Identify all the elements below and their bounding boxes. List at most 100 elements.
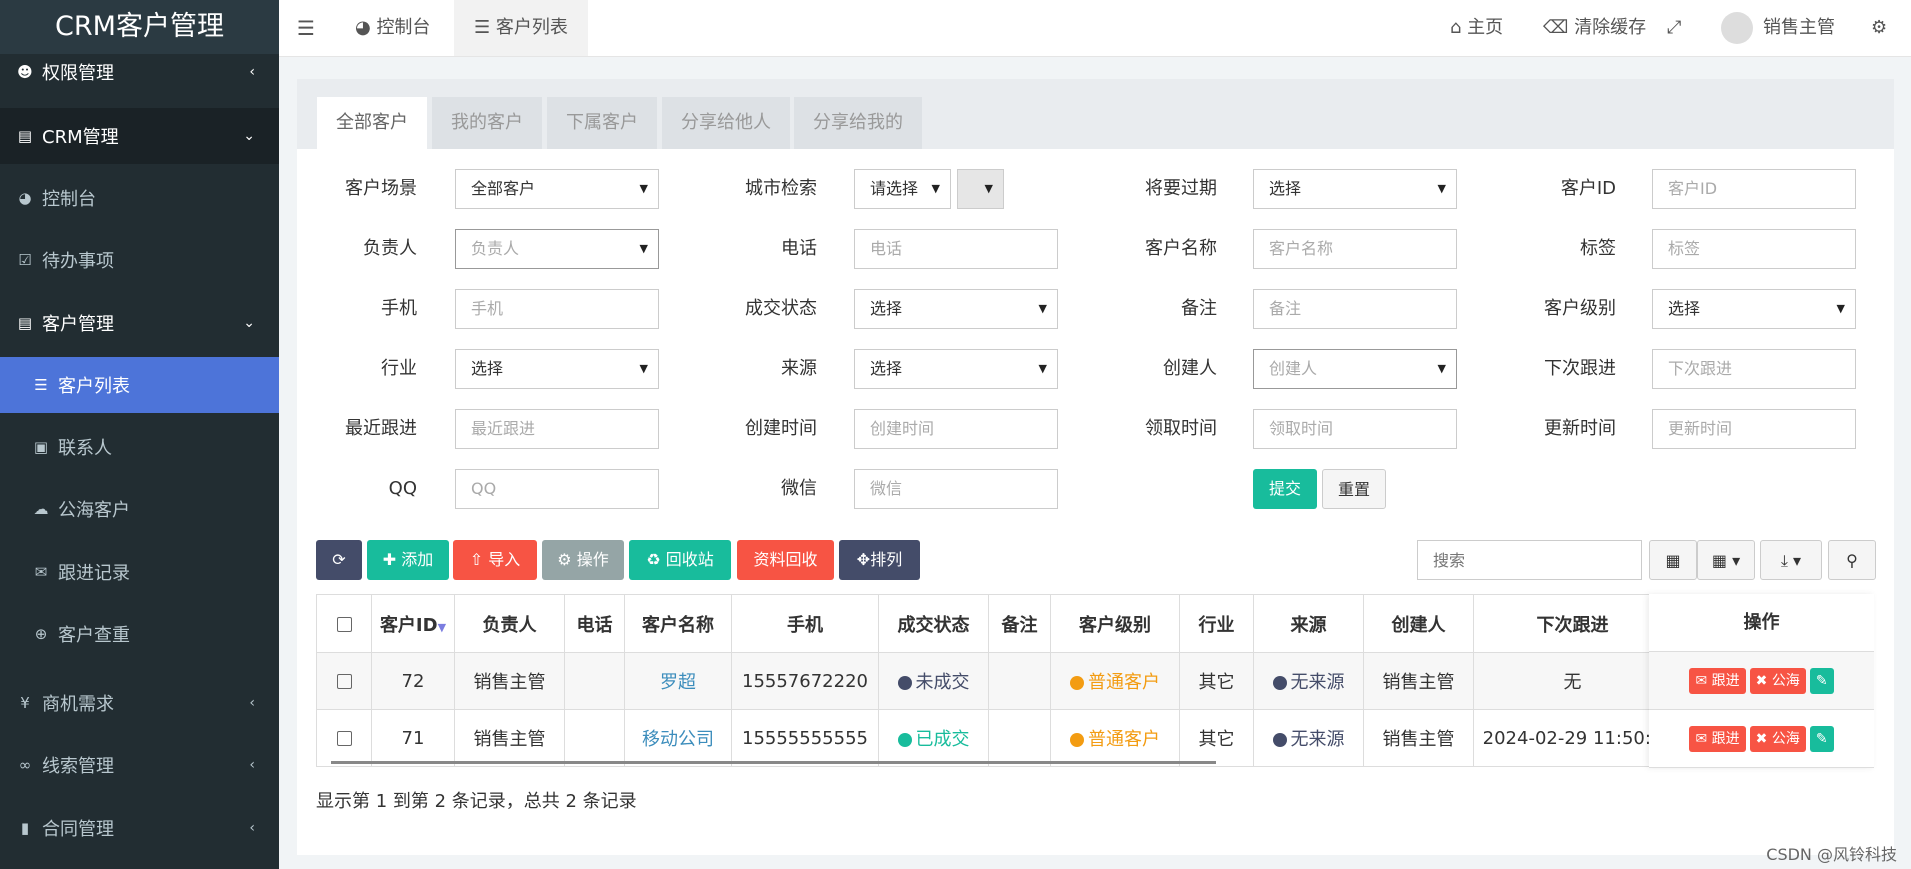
remark-input[interactable]: 备注 xyxy=(1253,289,1457,329)
label-create-time: 创建时间 xyxy=(745,418,817,439)
next-followup-input[interactable]: 下次跟进 xyxy=(1652,349,1856,389)
city-sub-select[interactable]: ▼ xyxy=(957,169,1004,209)
tab-all-customers[interactable]: 全部客户 xyxy=(317,97,427,149)
reset-button[interactable]: 重置 xyxy=(1322,469,1386,509)
table-view-button[interactable]: ▦ xyxy=(1649,540,1697,580)
sidebar-item-todo[interactable]: ☑ 待办事项 xyxy=(0,232,279,288)
tab-my-customers[interactable]: 我的客户 xyxy=(432,97,542,149)
select-all-header[interactable] xyxy=(316,594,372,653)
cell-next-followup: 无 xyxy=(1473,652,1672,710)
export-button[interactable]: ⤓ ▾ xyxy=(1760,540,1822,580)
submit-button[interactable]: 提交 xyxy=(1253,469,1317,509)
sidebar-item-contract[interactable]: ▮ 合同管理 ‹ xyxy=(0,800,279,856)
label-customer-id: 客户ID xyxy=(1560,178,1616,199)
follow-button[interactable]: ✉ 跟进 xyxy=(1689,725,1746,752)
select-all-checkbox[interactable] xyxy=(336,616,352,632)
expire-select[interactable]: 选择 ▼ xyxy=(1253,169,1457,209)
follow-button[interactable]: ✉ 跟进 xyxy=(1689,667,1746,694)
caret-down-icon: ▼ xyxy=(639,182,648,195)
search-input[interactable] xyxy=(1417,540,1642,580)
refresh-button[interactable]: ⟳ xyxy=(316,540,362,580)
sidebar-item-followup[interactable]: ✉ 跟进记录 xyxy=(0,544,279,600)
city-select[interactable]: 请选择 ▼ xyxy=(854,169,951,209)
tab-dashboard[interactable]: ◕ 控制台 xyxy=(355,0,430,56)
clear-cache-link[interactable]: ⌫ 清除缓存 xyxy=(1543,0,1646,56)
list-icon: ☰ xyxy=(34,376,48,394)
gears-icon[interactable]: ⚙ xyxy=(1871,0,1887,56)
qq-input[interactable]: QQ xyxy=(455,469,659,509)
update-time-input[interactable]: 更新时间 xyxy=(1652,409,1856,449)
sidebar-item-customer-list[interactable]: ☰ 客户列表 xyxy=(0,357,279,413)
industry-select[interactable]: 选择 ▼ xyxy=(455,349,659,389)
recent-followup-input[interactable]: 最近跟进 xyxy=(455,409,659,449)
deal-status-select[interactable]: 选择 ▼ xyxy=(854,289,1058,329)
row-checkbox[interactable] xyxy=(336,674,352,689)
source-select[interactable]: 选择 ▼ xyxy=(854,349,1058,389)
recycle-bin-button[interactable]: ♻ 回收站 xyxy=(629,540,731,580)
contact-icon: ▣ xyxy=(33,438,49,456)
sort-button[interactable]: ✥排列 xyxy=(839,540,920,580)
customer-name-input[interactable]: 客户名称 xyxy=(1253,229,1457,269)
customer-id-input[interactable]: 客户ID xyxy=(1652,169,1856,209)
sidebar-item-permission[interactable]: ☻ 权限管理 ‹ xyxy=(0,44,279,100)
sidebar-item-dashboard[interactable]: ◕ 控制台 xyxy=(0,170,279,226)
phone-input[interactable]: 电话 xyxy=(854,229,1058,269)
cell-owner: 销售主管 xyxy=(454,709,565,767)
reclaim-button[interactable]: 资料回收 xyxy=(737,540,834,580)
tab-subordinate-customers[interactable]: 下属客户 xyxy=(547,97,657,149)
receive-time-input[interactable]: 领取时间 xyxy=(1253,409,1457,449)
level-select[interactable]: 选择 ▼ xyxy=(1652,289,1856,329)
cell-creator: 销售主管 xyxy=(1363,652,1474,710)
edit-button[interactable]: ✎ xyxy=(1809,667,1834,694)
tab-shared-to-others[interactable]: 分享给他人 xyxy=(662,97,790,149)
table-scrollbar[interactable] xyxy=(331,761,1216,764)
bookmark-icon: ▮ xyxy=(20,819,30,837)
to-public-sea-button[interactable]: ✖ 公海 xyxy=(1749,725,1806,752)
scene-select[interactable]: 全部客户 ▼ xyxy=(455,169,659,209)
tab-shared-to-me[interactable]: 分享给我的 xyxy=(794,97,922,149)
calendar-check-icon: ☑ xyxy=(18,251,32,269)
columns-button[interactable]: ▦ ▾ xyxy=(1697,540,1755,580)
menu-toggle-icon[interactable]: ☰ xyxy=(297,0,327,56)
table-row[interactable]: 72 销售主管 罗超 15557672220 未成交 普通客户 其它 无来源 销… xyxy=(316,652,1672,710)
edit-button[interactable]: ✎ xyxy=(1809,725,1834,752)
cell-remark xyxy=(988,652,1051,710)
sidebar-item-contacts[interactable]: ▣ 联系人 xyxy=(0,419,279,475)
add-button[interactable]: ✚ 添加 xyxy=(367,540,449,580)
owner-select[interactable]: 负责人 ▼ xyxy=(455,229,659,269)
search-button[interactable]: ⚲ xyxy=(1828,540,1876,580)
to-public-sea-button[interactable]: ✖ 公海 xyxy=(1749,667,1806,694)
wechat-input[interactable]: 微信 xyxy=(854,469,1058,509)
cell-name-link[interactable]: 罗超 xyxy=(624,652,732,710)
operate-button[interactable]: ⚙ 操作 xyxy=(542,540,624,580)
comment-icon: ✉ xyxy=(1695,730,1712,747)
refresh-icon: ⟳ xyxy=(332,550,346,569)
label-recent-followup: 最近跟进 xyxy=(345,418,417,439)
sidebar-item-leads[interactable]: ∞ 线索管理 ‹ xyxy=(0,737,279,793)
sidebar-item-customer-mgmt[interactable]: ▤ 客户管理 ⌄ xyxy=(0,295,279,351)
home-link[interactable]: ⌂ 主页 xyxy=(1450,0,1503,56)
label-mobile: 手机 xyxy=(381,298,417,319)
sidebar-item-dedupe[interactable]: ⊕ 客户查重 xyxy=(0,606,279,662)
create-time-input[interactable]: 创建时间 xyxy=(854,409,1058,449)
tab-customer-list[interactable]: ☰ 客户列表 xyxy=(454,0,588,56)
user-menu[interactable]: 销售主管 xyxy=(1721,0,1835,56)
tag-input[interactable]: 标签 xyxy=(1652,229,1856,269)
fullscreen-icon[interactable]: ⤢ xyxy=(1667,0,1681,56)
creator-select[interactable]: 创建人 ▼ xyxy=(1253,349,1457,389)
row-checkbox[interactable] xyxy=(336,731,352,746)
chevron-left-icon: ‹ xyxy=(249,64,255,80)
actions-column: 操作 ✉ 跟进 ✖ 公海 ✎ ✉ 跟进 ✖ 公海 ✎ xyxy=(1649,594,1874,768)
cell-name-link[interactable]: 移动公司 xyxy=(624,709,732,767)
sidebar-item-public-sea[interactable]: ☁ 公海客户 xyxy=(0,481,279,537)
label-wechat: 微信 xyxy=(781,478,817,499)
mobile-input[interactable]: 手机 xyxy=(455,289,659,329)
id-card-icon: ▤ xyxy=(17,127,33,145)
header-customer-id[interactable]: 客户ID▼ xyxy=(371,594,455,653)
caret-down-icon: ▼ xyxy=(984,182,993,195)
import-button[interactable]: ⇧ 导入 xyxy=(453,540,537,580)
sidebar-item-opportunity[interactable]: ¥ 商机需求 ‹ xyxy=(0,675,279,731)
sidebar-item-crm[interactable]: ▤ CRM管理 ⌄ xyxy=(0,108,279,164)
header-industry: 行业 xyxy=(1179,594,1254,653)
table-row[interactable]: 71 销售主管 移动公司 15555555555 已成交 普通客户 其它 无来源… xyxy=(316,709,1672,767)
